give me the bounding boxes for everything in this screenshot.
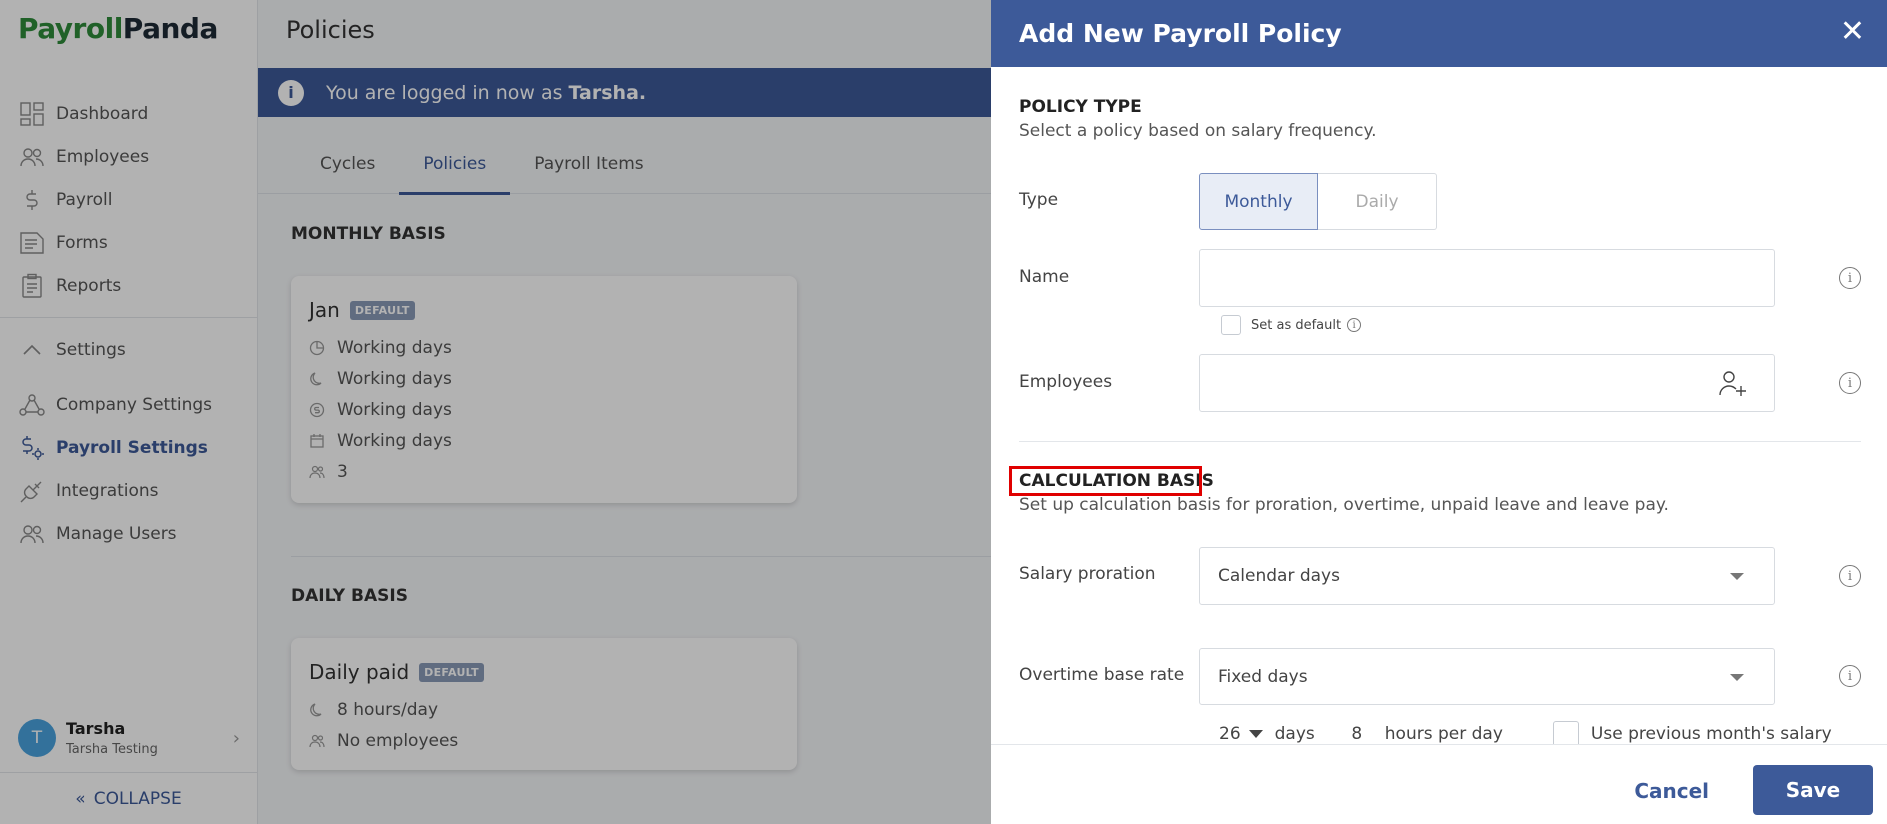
- add-policy-drawer: Add New Payroll Policy ✕ POLICY TYPE Sel…: [991, 0, 1887, 824]
- drawer-header: Add New Payroll Policy ✕: [991, 0, 1887, 67]
- type-monthly-option[interactable]: Monthly: [1199, 173, 1318, 230]
- drawer-body: POLICY TYPE Select a policy based on sal…: [1009, 67, 1861, 747]
- set-default-label: Set as default: [1251, 317, 1342, 333]
- chevron-down-icon: [1730, 573, 1744, 580]
- set-default-checkbox[interactable]: [1221, 315, 1241, 335]
- employees-input[interactable]: [1199, 354, 1775, 412]
- info-icon[interactable]: i: [1839, 565, 1861, 587]
- drawer-footer: Cancel Save: [991, 744, 1887, 824]
- hours-label: hours per day: [1384, 724, 1503, 744]
- info-icon[interactable]: i: [1839, 372, 1861, 394]
- name-label: Name: [1019, 267, 1070, 287]
- days-value: 26: [1219, 724, 1241, 744]
- calculation-basis-subtitle: Set up calculation basis for proration, …: [1019, 495, 1669, 515]
- add-user-icon[interactable]: [1718, 369, 1748, 404]
- overtime-base-rate-label: Overtime base rate: [1019, 665, 1185, 685]
- days-label: days: [1274, 724, 1315, 744]
- modal-overlay[interactable]: [0, 0, 991, 824]
- salary-proration-select[interactable]: Calendar days: [1199, 547, 1775, 605]
- policy-type-subtitle: Select a policy based on salary frequenc…: [1019, 121, 1377, 141]
- highlight-box: [1009, 466, 1202, 496]
- salary-proration-value: Calendar days: [1218, 566, 1340, 586]
- type-daily-option[interactable]: Daily: [1318, 173, 1437, 230]
- drawer-divider: [1019, 441, 1861, 442]
- info-icon[interactable]: i: [1347, 318, 1362, 332]
- drawer-title: Add New Payroll Policy: [1019, 19, 1342, 48]
- hours-input[interactable]: 8: [1338, 724, 1375, 745]
- info-icon[interactable]: i: [1839, 267, 1861, 289]
- days-select[interactable]: 26: [1219, 724, 1263, 744]
- set-default-row: Set as default i: [1221, 315, 1362, 335]
- salary-proration-label: Salary proration: [1019, 564, 1156, 584]
- name-input[interactable]: [1199, 249, 1775, 307]
- overtime-base-rate-value: Fixed days: [1218, 666, 1308, 687]
- save-button[interactable]: Save: [1753, 765, 1873, 815]
- type-segmented-control: Monthly Daily: [1199, 173, 1437, 230]
- use-previous-salary-label: Use previous month's salary: [1590, 724, 1832, 744]
- caret-down-icon: [1248, 730, 1263, 738]
- close-icon[interactable]: ✕: [1840, 14, 1865, 49]
- type-label: Type: [1019, 190, 1059, 210]
- cancel-button[interactable]: Cancel: [1634, 779, 1709, 803]
- info-icon[interactable]: i: [1839, 665, 1861, 687]
- chevron-down-icon: [1730, 673, 1744, 681]
- overtime-base-rate-select[interactable]: Fixed days: [1199, 648, 1775, 705]
- policy-type-title: POLICY TYPE: [1019, 97, 1142, 117]
- employees-label: Employees: [1019, 372, 1113, 392]
